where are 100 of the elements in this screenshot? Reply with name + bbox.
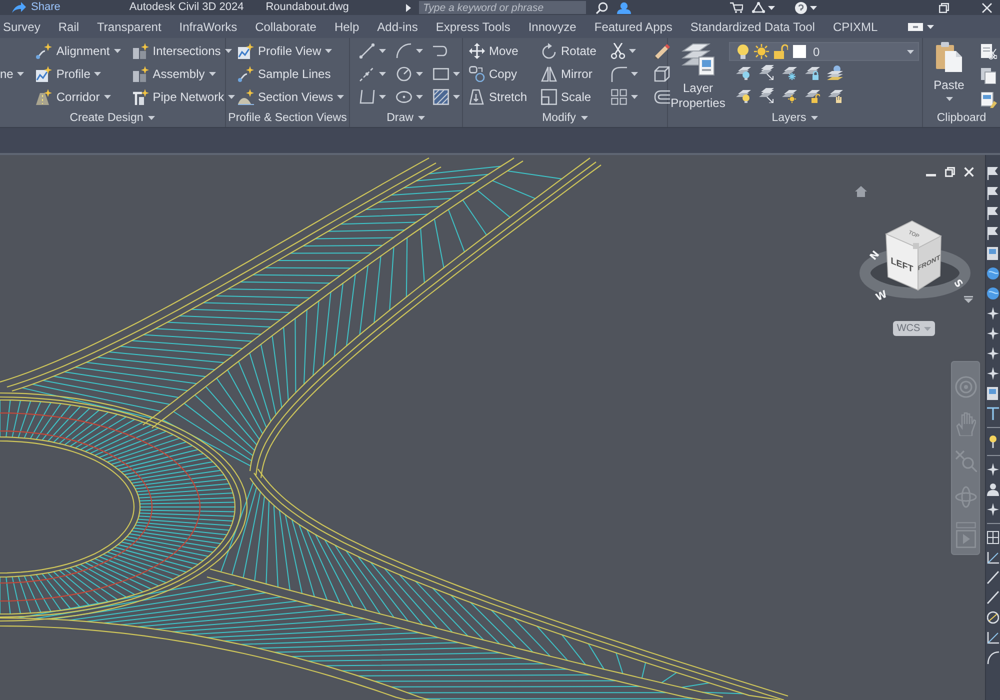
sparkle-icon[interactable] xyxy=(987,503,999,516)
grid-icon[interactable] xyxy=(987,531,999,544)
ribbon-tab[interactable]: Featured Apps xyxy=(585,15,682,38)
ribbon-button[interactable]: Profile View xyxy=(236,39,346,62)
share-icon[interactable] xyxy=(12,2,26,13)
ribbon-tab[interactable]: Innovyze xyxy=(519,15,586,38)
sheet-bulb-icon[interactable] xyxy=(735,88,751,103)
triangle-nodes-icon[interactable] xyxy=(752,2,765,13)
ribbon-button[interactable]: Mirror xyxy=(539,62,598,85)
sheet-scissors-icon[interactable] xyxy=(981,44,997,60)
ribbon-tab[interactable]: Help xyxy=(325,15,368,38)
compass-letter[interactable]: N xyxy=(868,249,882,263)
user-icon[interactable] xyxy=(617,2,631,14)
search-icon[interactable] xyxy=(596,2,608,14)
ribbon-tab[interactable]: Transparent xyxy=(88,15,170,38)
sheet-bulb-icon[interactable] xyxy=(735,65,751,80)
triangle-icon[interactable] xyxy=(406,4,411,12)
angle-icon[interactable] xyxy=(987,551,999,564)
layer-dropdown[interactable]: 0 xyxy=(729,42,919,61)
ribbon-tab[interactable]: Rail xyxy=(49,15,88,38)
sheets-stack-icon[interactable] xyxy=(827,64,843,80)
ribbon-button[interactable]: Intersections xyxy=(130,39,238,62)
ribbon-button[interactable]: Profile xyxy=(34,62,123,85)
close-icon[interactable] xyxy=(982,2,992,12)
panel-title-button[interactable]: Modify xyxy=(542,110,588,125)
sheet-icon[interactable] xyxy=(987,387,999,400)
ribbon-button[interactable]: Corridor xyxy=(34,85,123,108)
panel-title-button[interactable]: Clipboard xyxy=(936,110,986,125)
ribbon-tab[interactable]: CPIXML xyxy=(824,15,887,38)
sparkle-icon[interactable] xyxy=(987,327,999,340)
sheet-lock-icon[interactable] xyxy=(804,88,820,103)
panel-title-button[interactable]: Layers xyxy=(772,110,818,125)
ribbon-tab[interactable]: InfraWorks xyxy=(170,15,246,38)
copy-sheets-icon[interactable] xyxy=(981,68,996,84)
ribbon-button[interactable]: Pipe Network xyxy=(130,85,238,108)
flag-icon[interactable] xyxy=(987,227,999,240)
angle-icon[interactable] xyxy=(987,631,999,644)
share-link[interactable]: Share xyxy=(31,0,60,15)
ribbon-button[interactable]: Sample Lines xyxy=(236,62,346,85)
ribbon-button[interactable]: Move xyxy=(467,39,530,62)
sparkle-icon[interactable] xyxy=(987,367,999,380)
globe-icon[interactable] xyxy=(987,267,999,280)
sheet-snowflake-icon[interactable] xyxy=(781,65,797,80)
sheets-arrow-icon[interactable] xyxy=(758,65,774,80)
sheet-icon[interactable] xyxy=(987,247,999,260)
ribbon-button[interactable]: Alignment xyxy=(34,39,123,62)
ribbon-button[interactable]: Copy xyxy=(467,62,530,85)
search-field[interactable]: Type a keyword or phrase xyxy=(419,1,586,14)
restore-icon[interactable] xyxy=(945,167,955,177)
compass-letter[interactable]: S xyxy=(951,278,964,290)
ribbon-tab[interactable]: Express Tools xyxy=(426,15,520,38)
sparkle-icon[interactable] xyxy=(987,347,999,360)
globe-icon[interactable] xyxy=(987,287,999,300)
caret-icon xyxy=(924,326,932,330)
panel-title-button[interactable]: Profile & Section Views xyxy=(228,110,347,125)
panel-title-button[interactable]: Create Design xyxy=(70,110,156,125)
sparkle-icon[interactable] xyxy=(987,307,999,320)
chart-star-icon xyxy=(36,66,52,82)
flag-icon[interactable] xyxy=(987,187,999,200)
cart-icon[interactable] xyxy=(730,2,743,13)
line-icon[interactable] xyxy=(987,591,999,604)
home-icon[interactable] xyxy=(855,186,867,197)
flag-icon[interactable] xyxy=(987,167,999,180)
ribbon-tab[interactable]: Add-ins xyxy=(368,15,427,38)
sun-icon xyxy=(754,44,769,59)
ribbon-tab[interactable]: Standardized Data Tool xyxy=(681,15,824,38)
sheet-brush-icon[interactable] xyxy=(981,92,997,108)
ribbon-button[interactable]: Stretch xyxy=(467,85,530,108)
arc-icon[interactable] xyxy=(987,651,999,664)
hatch-icon xyxy=(433,88,449,104)
chart-star-icon xyxy=(238,42,254,58)
ribbon-button[interactable]: Section Views xyxy=(236,85,346,108)
cube-icon xyxy=(654,66,670,82)
pin-icon[interactable] xyxy=(987,435,999,448)
blocks-star-icon xyxy=(132,66,149,82)
sparkle-icon[interactable] xyxy=(987,463,999,476)
compass-letter[interactable]: W xyxy=(874,289,889,304)
restore-icon[interactable] xyxy=(939,2,949,12)
sheet-sun-icon[interactable] xyxy=(781,88,797,103)
circle-icon[interactable] xyxy=(987,611,999,624)
tee-icon[interactable] xyxy=(987,407,999,420)
paste-button[interactable]: Paste xyxy=(933,39,965,110)
panel-title-button[interactable]: Draw xyxy=(386,110,426,125)
flag-icon[interactable] xyxy=(987,207,999,220)
ucs-dropdown[interactable]: WCS xyxy=(893,321,935,336)
line-icon[interactable] xyxy=(987,571,999,584)
ribbon-button[interactable]: Assembly xyxy=(130,62,238,85)
ribbon-button[interactable]: Rotate xyxy=(539,39,598,62)
sheets-arrow-icon[interactable] xyxy=(758,88,774,103)
close-icon[interactable] xyxy=(964,167,974,177)
ribbon-tab[interactable]: Collaborate xyxy=(246,15,326,38)
menu-triangle-icon[interactable] xyxy=(964,296,973,303)
sheet-hand-icon[interactable] xyxy=(827,88,843,103)
person-icon[interactable] xyxy=(987,483,999,496)
ribbon-button[interactable]: ne xyxy=(0,62,26,85)
sheet-lock-icon[interactable] xyxy=(804,65,820,80)
ribbon-tab[interactable]: Survey xyxy=(0,15,50,38)
ribbon-button[interactable]: Scale xyxy=(539,85,598,108)
help-icon[interactable] xyxy=(795,2,807,14)
layer-properties-button[interactable]: Layer Properties xyxy=(670,39,726,110)
